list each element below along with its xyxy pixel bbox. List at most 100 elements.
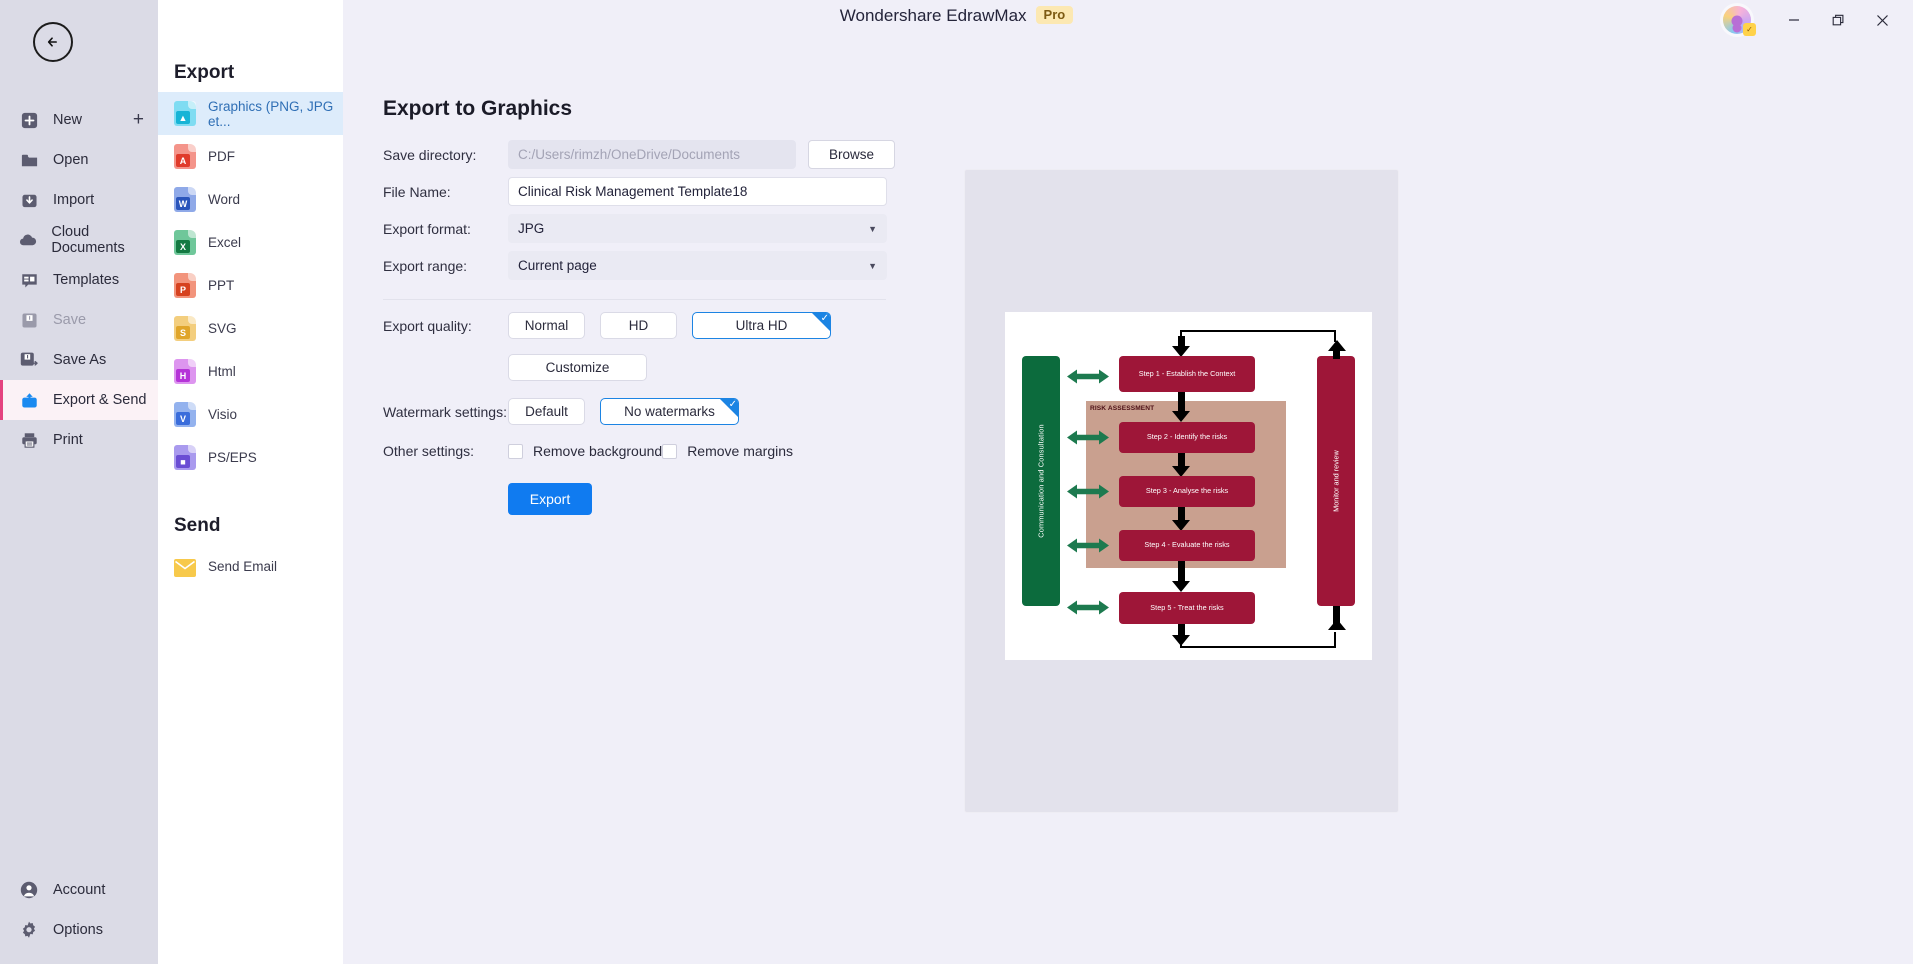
preview-page: Communication and Consultation RISK ASSE… — [1005, 312, 1372, 660]
sidebar-item-account[interactable]: Account — [0, 870, 158, 910]
save-as-icon — [18, 349, 40, 371]
other-settings-label: Other settings: — [383, 443, 475, 459]
sidebar-item-import[interactable]: Import — [0, 180, 158, 220]
loop-line-bottom-left-drop — [1180, 638, 1182, 647]
export-form: Save directory: C:/Users/rimzh/OneDrive/… — [383, 136, 895, 459]
diagram-step-3: Step 3 - Analyse the risks — [1119, 476, 1255, 507]
avatar-vip-badge: ✓ — [1743, 23, 1756, 36]
browse-button[interactable]: Browse — [808, 140, 895, 169]
export-format-select[interactable]: JPG ▼ — [508, 214, 887, 243]
diagram-step-2: Step 2 - Identify the risks — [1119, 422, 1255, 453]
remove-background-option[interactable]: Remove background — [508, 443, 662, 459]
word-file-icon: W — [174, 187, 196, 212]
export-item-svg[interactable]: S SVG — [158, 307, 343, 350]
monitor-bottom-arrow-shaft — [1332, 606, 1340, 624]
step1-to-step2-shaft — [1177, 392, 1185, 413]
export-item-ppt[interactable]: P PPT — [158, 264, 343, 307]
monitor-top-arrow-shaft — [1332, 349, 1340, 359]
sidebar-item-print[interactable]: Print — [0, 420, 158, 460]
sidebar-item-label: Open — [53, 152, 89, 168]
export-item-label: Html — [208, 364, 236, 379]
check-icon: ✓ — [728, 399, 737, 410]
quality-option-hd[interactable]: HD — [600, 312, 677, 339]
minimize-button[interactable] — [1773, 4, 1815, 36]
step4-to-step5-head — [1172, 581, 1190, 592]
avatar[interactable]: ✓ — [1717, 0, 1757, 40]
restore-button[interactable] — [1817, 4, 1859, 36]
sidebar-item-options[interactable]: Options — [0, 910, 158, 950]
app-title-text: Wondershare EdrawMax — [839, 6, 1027, 25]
new-document-icon — [18, 109, 40, 131]
risk-assessment-label: RISK ASSESSMENT — [1090, 405, 1155, 412]
quality-option-label: Ultra HD — [735, 318, 788, 333]
diagram-step-label: Step 5 - Treat the risks — [1150, 602, 1224, 612]
export-share-icon — [18, 389, 40, 411]
diagram-step-label: Step 1 - Establish the Context — [1138, 368, 1236, 378]
export-item-label: Graphics (PNG, JPG et... — [208, 98, 334, 129]
export-range-row: Export range: Current page ▼ — [383, 247, 895, 284]
sidebar-item-label: Save As — [53, 352, 107, 368]
watermark-row: Watermark settings: Default No watermark… — [383, 398, 895, 425]
save-disk-icon — [18, 309, 40, 331]
customize-label: Customize — [545, 360, 610, 375]
watermark-option-label: No watermarks — [624, 404, 715, 419]
close-button[interactable] — [1861, 4, 1903, 36]
export-settings-pane: Export to Graphics Save directory: C:/Us… — [343, 40, 1913, 964]
export-item-label: Word — [208, 192, 241, 207]
send-section-title: Send — [174, 515, 221, 536]
sidebar-item-cloud-documents[interactable]: Cloud Documents — [0, 220, 158, 260]
diagram-step-4: Step 4 - Evaluate the risks — [1119, 530, 1255, 561]
form-divider — [383, 299, 886, 300]
backstage-nav-list: New + Open Import Cloud Documents Templa… — [0, 100, 158, 460]
export-item-pdf[interactable]: A PDF — [158, 135, 343, 178]
watermark-option-default[interactable]: Default — [508, 398, 585, 425]
export-item-excel[interactable]: X Excel — [158, 221, 343, 264]
check-icon: ✓ — [820, 313, 829, 324]
export-item-ps-eps[interactable]: ■ PS/EPS — [158, 436, 343, 479]
export-range-select[interactable]: Current page ▼ — [508, 251, 887, 280]
diagram-step-label: Step 3 - Analyse the risks — [1145, 486, 1229, 496]
watermark-option-no-watermarks[interactable]: No watermarks ✓ — [600, 398, 739, 425]
sidebar-item-export-send[interactable]: Export & Send — [0, 380, 158, 420]
remove-margins-label: Remove margins — [687, 443, 794, 459]
step1-to-step2-head — [1172, 411, 1190, 422]
remove-background-checkbox[interactable] — [508, 443, 523, 459]
file-name-label: File Name: — [383, 183, 451, 200]
chevron-down-icon: ▼ — [868, 260, 877, 271]
save-directory-input[interactable]: C:/Users/rimzh/OneDrive/Documents — [508, 140, 796, 169]
file-name-input[interactable]: Clinical Risk Management Template18 — [508, 177, 887, 206]
export-button[interactable]: Export — [508, 483, 592, 515]
export-item-html[interactable]: H Html — [158, 350, 343, 393]
back-button[interactable] — [33, 22, 73, 62]
pdf-file-icon: A — [174, 144, 196, 169]
export-item-word[interactable]: W Word — [158, 178, 343, 221]
remove-margins-checkbox[interactable] — [662, 443, 678, 459]
svg-file-icon: S — [174, 316, 196, 341]
image-file-icon: ▲ — [174, 101, 196, 126]
quality-option-label: HD — [628, 318, 649, 333]
sidebar-item-templates[interactable]: Templates — [0, 260, 158, 300]
customize-button[interactable]: Customize — [508, 354, 647, 381]
sidebar-item-new[interactable]: New + — [0, 100, 158, 140]
export-item-graphics[interactable]: ▲ Graphics (PNG, JPG et... — [158, 92, 343, 135]
risk-management-diagram: Communication and Consultation RISK ASSE… — [1005, 312, 1372, 660]
export-quality-label: Export quality: — [383, 317, 472, 334]
quality-option-normal[interactable]: Normal — [508, 312, 585, 339]
sidebar-item-save-as[interactable]: Save As — [0, 340, 158, 380]
export-item-visio[interactable]: V Visio — [158, 393, 343, 436]
loop-line-top — [1180, 330, 1336, 332]
import-icon — [18, 189, 40, 211]
step4-to-step5-shaft — [1177, 561, 1185, 583]
printer-icon — [18, 429, 40, 451]
ppt-file-icon: P — [174, 273, 196, 298]
ps-eps-file-icon: ■ — [174, 445, 196, 470]
sidebar-item-open[interactable]: Open — [0, 140, 158, 180]
edrawmax-backstage-window: Wondershare EdrawMax Pro ✓ ▼ — [0, 0, 1913, 964]
remove-margins-option[interactable]: Remove margins — [662, 443, 793, 459]
preview-card: Communication and Consultation RISK ASSE… — [965, 170, 1398, 812]
quality-option-ultra-hd[interactable]: Ultra HD ✓ — [692, 312, 831, 339]
new-plus-icon[interactable]: + — [133, 109, 144, 131]
save-directory-label: Save directory: — [383, 146, 477, 163]
send-item-email[interactable]: Send Email — [158, 545, 343, 588]
pro-badge: Pro — [1035, 6, 1074, 24]
